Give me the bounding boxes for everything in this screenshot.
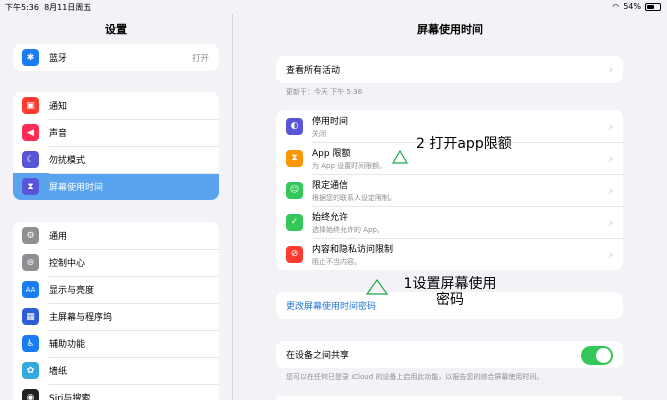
- contact-icon: ☺: [286, 181, 303, 199]
- view-all-activity[interactable]: 查看所有活动 ›: [276, 56, 623, 83]
- battery-icon: [645, 2, 661, 11]
- page-title: 屏幕使用时间: [417, 23, 483, 36]
- view-all-card: 查看所有活动 ›: [276, 56, 623, 83]
- bluetooth-icon: ✱: [22, 49, 39, 66]
- always-allowed-row[interactable]: ✓ 始终允许 选择始终允许的 App。 ›: [276, 206, 623, 238]
- flower-icon: ✿: [22, 362, 39, 379]
- sidebar-item-do-not-disturb[interactable]: ☾ 勿扰模式: [13, 146, 219, 173]
- sidebar-item-siri[interactable]: ◉ Siri与搜索: [13, 384, 219, 400]
- chevron-right-icon: ›: [608, 151, 613, 165]
- toggles-icon: ⊜: [22, 254, 39, 271]
- status-bar: 下午5:36 8月11日周五 ◠ 54%: [0, 0, 667, 14]
- sidebar-group-3: ⚙ 通用 ⊜ 控制中心 AA 显示与亮度 ▦ 主屏幕与程序坞 ♿ 辅助功能 ✿ …: [13, 222, 219, 400]
- sidebar-item-accessibility[interactable]: ♿ 辅助功能: [13, 330, 219, 357]
- annotation-passcode: 1设置屏幕使用 密码: [403, 276, 497, 308]
- accessibility-icon: ♿: [22, 335, 39, 352]
- sidebar-title: 设置: [105, 23, 127, 36]
- downtime-icon: ◐: [286, 117, 303, 135]
- sidebar-group-1: ✱ 蓝牙 打开: [13, 44, 219, 71]
- share-toggle[interactable]: [581, 346, 613, 365]
- sidebar-item-sound[interactable]: ◀ 声音: [13, 119, 219, 146]
- communication-limits-row[interactable]: ☺ 限定通信 根据您的联系人设定限制。 ›: [276, 174, 623, 206]
- sidebar-group-2: ▣ 通知 ◀ 声音 ☾ 勿扰模式 ⧗ 屏幕使用时间: [13, 92, 219, 200]
- gear-icon: ⚙: [22, 227, 39, 244]
- battery-percent: 54%: [623, 2, 641, 11]
- content-privacy-row[interactable]: ⊘ 内容和隐私访问限制 阻止不当内容。 ›: [276, 238, 623, 270]
- sidebar-item-display[interactable]: AA 显示与亮度: [13, 276, 219, 303]
- chevron-right-icon: ›: [608, 247, 613, 261]
- sidebar-item-bluetooth[interactable]: ✱ 蓝牙 打开: [13, 44, 219, 71]
- sidebar-item-notifications[interactable]: ▣ 通知: [13, 92, 219, 119]
- annotation-arrow-1: [392, 150, 408, 164]
- share-across-devices-row: 在设备之间共享: [276, 341, 623, 368]
- sidebar-item-screen-time[interactable]: ⧗ 屏幕使用时间: [13, 173, 219, 200]
- main-panel: 屏幕使用时间 查看所有活动 › 更新于：今天 下午 5:36 ◐ 停用时间 关闭 …: [233, 14, 667, 400]
- chevron-right-icon: ›: [608, 119, 613, 133]
- text-size-icon: AA: [22, 281, 39, 298]
- sidebar-item-control-center[interactable]: ⊜ 控制中心: [13, 249, 219, 276]
- moon-icon: ☾: [22, 151, 39, 168]
- grid-icon: ▦: [22, 308, 39, 325]
- share-note: 您可以在任何已登录 iCloud 的设备上启用此功能，以报告您的综合屏幕使用时间…: [286, 373, 544, 381]
- hourglass-icon: ⧗: [22, 178, 39, 195]
- sidebar: 设置 ✱ 蓝牙 打开 ▣ 通知 ◀ 声音 ☾ 勿扰模式 ⧗ 屏幕使用时间 ⚙ 通…: [0, 14, 233, 400]
- annotation-arrow-2: [366, 279, 388, 295]
- limits-card: ◐ 停用时间 关闭 › ⧗ App 限额为 App 设置时间限额。 › ☺ 限定通…: [276, 110, 623, 270]
- chevron-right-icon: ›: [608, 183, 613, 197]
- chevron-right-icon: ›: [608, 63, 613, 76]
- sidebar-item-wallpaper[interactable]: ✿ 墙纸: [13, 357, 219, 384]
- siri-icon: ◉: [22, 389, 39, 400]
- annotation-app-limits: 2 打开app限额: [416, 136, 512, 152]
- hourglass-icon: ⧗: [286, 149, 303, 167]
- checkmark-icon: ✓: [286, 213, 303, 231]
- speaker-icon: ◀: [22, 124, 39, 141]
- sidebar-item-home-screen[interactable]: ▦ 主屏幕与程序坞: [13, 303, 219, 330]
- block-icon: ⊘: [286, 245, 303, 263]
- notification-icon: ▣: [22, 97, 39, 114]
- share-card: 在设备之间共享: [276, 341, 623, 368]
- status-time-date: 下午5:36 8月11日周五: [5, 3, 92, 12]
- bottom-card: [276, 396, 623, 400]
- sidebar-item-general[interactable]: ⚙ 通用: [13, 222, 219, 249]
- updated-note: 更新于：今天 下午 5:36: [286, 88, 363, 96]
- chevron-right-icon: ›: [608, 215, 613, 229]
- wifi-icon: ◠: [612, 2, 620, 11]
